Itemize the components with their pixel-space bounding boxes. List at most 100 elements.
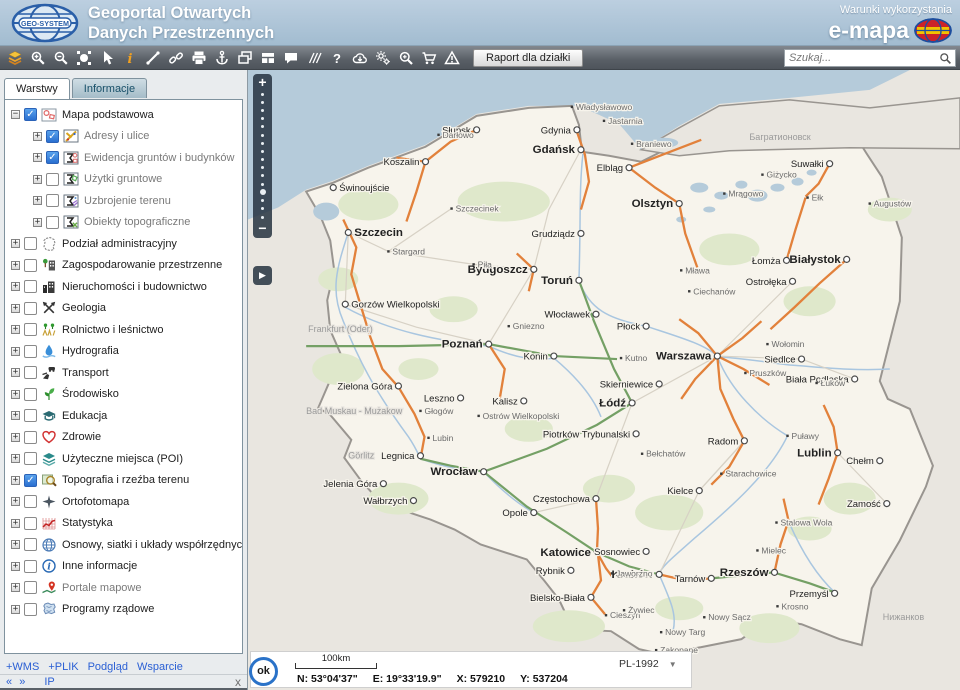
print-button[interactable] [187,47,210,68]
zoom-out-button[interactable]: − [258,221,266,236]
layer-row[interactable]: +Nieruchomości i budownictwo [7,276,240,298]
zoom-level-dot[interactable] [261,207,264,210]
info-button[interactable]: i [118,47,141,68]
layer-checkbox[interactable] [24,452,37,465]
layer-row[interactable]: +Zagospodarowanie przestrzenne [7,255,240,277]
link-button[interactable] [164,47,187,68]
layer-checkbox[interactable]: ✓ [46,130,59,143]
zoom-level-dot[interactable] [261,101,264,104]
settings-button[interactable] [371,47,394,68]
expand-toggle-icon[interactable]: + [11,433,20,442]
expand-toggle-icon[interactable]: + [33,218,42,227]
layer-checkbox[interactable] [24,323,37,336]
ip-link[interactable]: IP [44,676,54,688]
anchor-button[interactable] [210,47,233,68]
layer-checkbox[interactable] [24,517,37,530]
zoom-in-button[interactable]: + [258,75,266,90]
profile-button[interactable] [302,47,325,68]
layer-row[interactable]: +Hydrografia [7,341,240,363]
layer-checkbox[interactable] [24,560,37,573]
zoom-level-dot[interactable] [261,109,264,112]
expand-toggle-icon[interactable]: + [11,540,20,549]
expand-toggle-icon[interactable]: + [11,562,20,571]
zoom-level-dot[interactable] [261,174,264,177]
sidebar-link-podgld[interactable]: Podgląd [88,661,128,673]
tab-informacje[interactable]: Informacje [72,78,147,98]
layer-checkbox[interactable] [46,194,59,207]
expand-toggle-icon[interactable]: + [11,368,20,377]
expand-toggle-icon[interactable]: + [11,325,20,334]
sidebar-link-wsparcie[interactable]: Wsparcie [137,661,183,673]
windows-button[interactable] [233,47,256,68]
map-canvas[interactable]: ŚwinoujścieSzczecinKoszalinSłupskGdyniaG… [248,70,960,690]
collapse-arrows-icon[interactable]: « » [6,676,27,688]
comment-button[interactable] [279,47,302,68]
layer-row[interactable]: +✓Topografia i rzeźba terenu [7,470,240,492]
layer-row[interactable]: +Rolnictwo i leśnictwo [7,319,240,341]
expand-toggle-icon[interactable]: + [11,282,20,291]
layer-row[interactable]: +Uzbrojenie terenu [7,190,240,212]
zoom-level-dot[interactable] [261,216,264,219]
zoom-level-dot[interactable] [261,158,264,161]
close-panel-button[interactable]: x [235,676,241,688]
layer-checkbox[interactable] [24,302,37,315]
expand-toggle-icon[interactable]: + [33,196,42,205]
cloud-download-button[interactable] [348,47,371,68]
report-for-parcel-button[interactable]: Raport dla działki [473,49,583,67]
zoom-out-button[interactable] [49,47,72,68]
expand-toggle-icon[interactable]: + [33,132,42,141]
zoom-level-dot[interactable] [261,199,264,202]
expand-toggle-icon[interactable]: + [11,390,20,399]
layer-row[interactable]: +Obiekty topograficzne [7,212,240,234]
layer-row[interactable]: +Ortofotomapa [7,491,240,513]
layer-checkbox[interactable]: ✓ [46,151,59,164]
layer-row[interactable]: +iInne informacje [7,556,240,578]
layer-row[interactable]: +Użytki gruntowe [7,169,240,191]
expand-toggle-icon[interactable]: + [11,347,20,356]
help-button[interactable]: ? [325,47,348,68]
layer-checkbox[interactable] [24,280,37,293]
expand-toggle-icon[interactable]: + [11,476,20,485]
expand-toggle-icon[interactable]: + [11,583,20,592]
alert-button[interactable] [440,47,463,68]
zoom-level-dot[interactable] [261,125,264,128]
layer-checkbox[interactable] [24,431,37,444]
zoom-level-dot[interactable] [261,117,264,120]
layer-checkbox[interactable]: ✓ [24,108,37,121]
layer-checkbox[interactable] [24,388,37,401]
layer-row[interactable]: +Osnowy, siatki i układy współrzędnych [7,534,240,556]
map-area[interactable]: ŚwinoujścieSzczecinKoszalinSłupskGdyniaG… [248,70,960,690]
layer-row[interactable]: +Portale mapowe [7,577,240,599]
zoom-level-dot[interactable] [261,150,264,153]
expand-toggle-icon[interactable]: + [11,605,20,614]
layer-row[interactable]: +Programy rządowe [7,599,240,621]
zoom-level-dot[interactable] [261,142,264,145]
layers-button[interactable] [3,47,26,68]
zoom-level-dot[interactable] [261,183,264,186]
search-icon[interactable] [939,52,952,65]
expand-toggle-icon[interactable]: + [11,239,20,248]
crs-select[interactable]: PL-1992▼ [619,658,677,670]
expand-panel-button[interactable]: ▶ [253,266,272,285]
layer-row[interactable]: +✓Adresy i ulice [7,126,240,148]
layer-checkbox[interactable] [24,581,37,594]
zoom-in-button[interactable] [26,47,49,68]
layer-checkbox[interactable] [24,259,37,272]
expand-toggle-icon[interactable]: + [11,411,20,420]
layer-row[interactable]: +Statystyka [7,513,240,535]
layer-row[interactable]: +Geologia [7,298,240,320]
layer-checkbox[interactable] [24,345,37,358]
expand-toggle-icon[interactable]: + [11,261,20,270]
cart-button[interactable] [417,47,440,68]
layer-checkbox[interactable] [24,495,37,508]
select-area-button[interactable] [72,47,95,68]
ok-button[interactable]: ok [249,657,278,686]
layer-row[interactable]: +✓Ewidencja gruntów i budynków [7,147,240,169]
layer-checkbox[interactable] [24,237,37,250]
tab-warstwy[interactable]: Warstwy [4,78,70,99]
search-input[interactable] [785,52,939,64]
layer-row[interactable]: +Zdrowie [7,427,240,449]
expand-toggle-icon[interactable]: + [33,153,42,162]
expand-toggle-icon[interactable]: + [11,454,20,463]
zoom-level-dot[interactable] [260,189,266,195]
